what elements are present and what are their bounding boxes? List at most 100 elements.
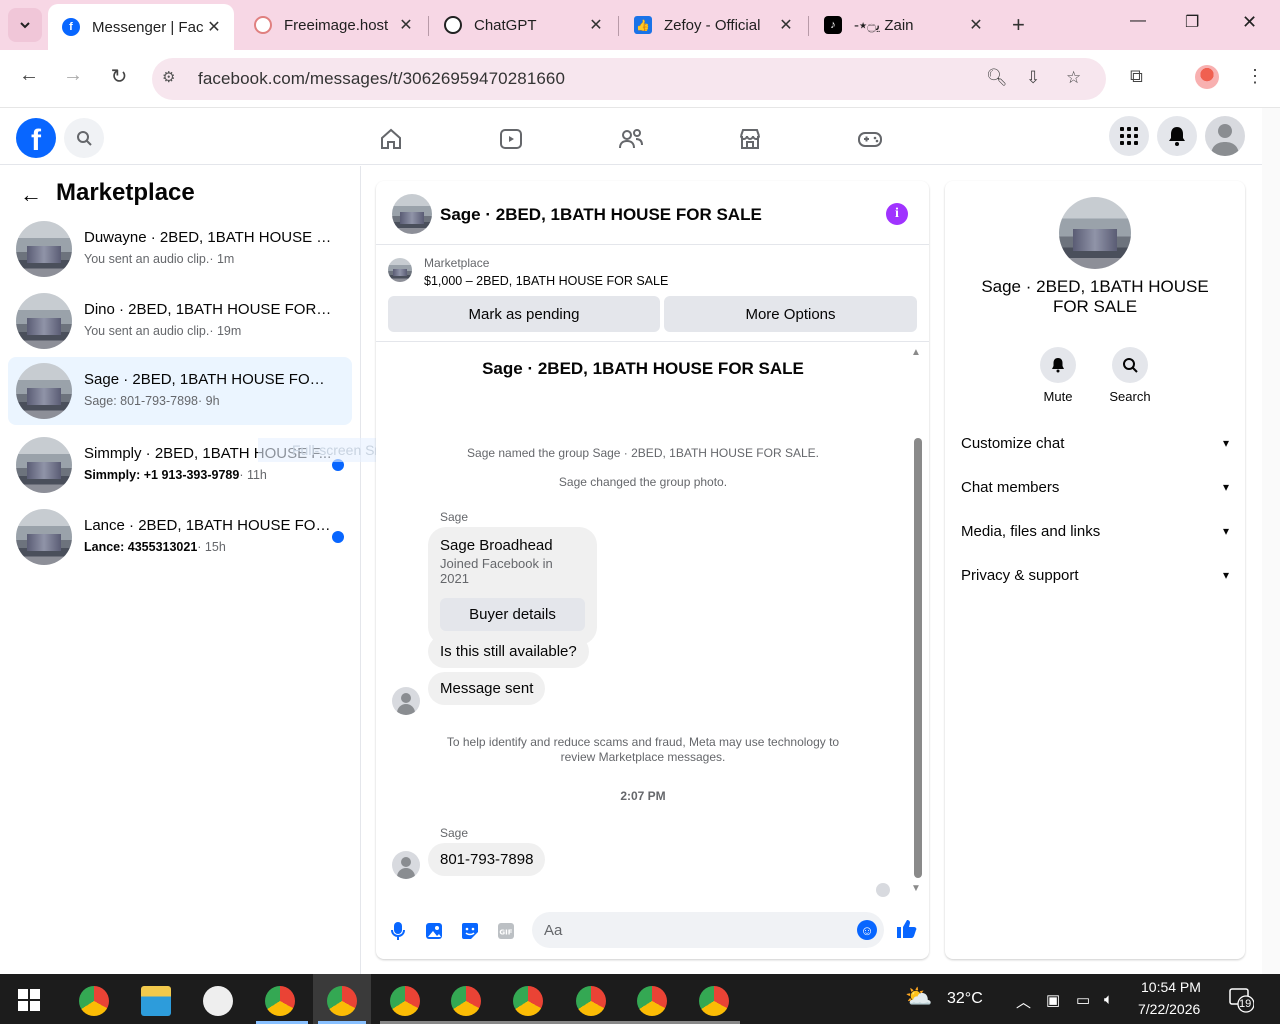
listing-thumbnail[interactable] <box>388 258 412 282</box>
privacy-support-row[interactable]: Privacy & support ▾ <box>961 563 1229 587</box>
back-arrow-icon[interactable]: ← <box>20 182 42 208</box>
snipping-tool-icon[interactable] <box>203 986 233 1016</box>
facebook-logo[interactable]: f <box>16 118 56 158</box>
chrome-profile-icon[interactable] <box>699 986 729 1016</box>
close-window-button[interactable]: ✕ <box>1242 12 1257 33</box>
search-icon <box>1123 358 1138 373</box>
tab-search-button[interactable] <box>8 8 42 42</box>
network-icon[interactable]: ▭ <box>1076 991 1090 1009</box>
close-tab-icon[interactable]: ✕ <box>396 15 416 35</box>
gif-icon[interactable]: GIF <box>496 921 516 941</box>
marketplace-icon[interactable] <box>735 124 765 154</box>
chat-header: Sage · 2BED, 1BATH HOUSE FOR SALE i <box>376 181 929 245</box>
chat-info-panel: Sage · 2BED, 1BATH HOUSE FOR SALE Mute S… <box>945 181 1245 959</box>
zoom-icon[interactable]: 🔍︎ <box>986 68 1008 88</box>
chrome-profile-icon[interactable] <box>265 986 295 1016</box>
menu-grid-button[interactable] <box>1109 116 1149 156</box>
conversation-item[interactable]: Dino · 2BED, 1BATH HOUSE FOR S... You se… <box>8 287 352 355</box>
media-files-links-row[interactable]: Media, files and links ▾ <box>961 519 1229 543</box>
chat-title[interactable]: Sage · 2BED, 1BATH HOUSE FOR SALE <box>440 205 762 225</box>
avatar[interactable] <box>1059 197 1131 269</box>
chevron-down-icon <box>20 22 30 29</box>
weather-temp[interactable]: 32°C <box>947 990 983 1008</box>
account-avatar[interactable] <box>1205 116 1245 156</box>
chat-scrollbar-thumb[interactable] <box>914 438 922 878</box>
reload-button[interactable]: ↻ <box>104 64 134 89</box>
home-icon[interactable] <box>376 124 406 154</box>
customize-chat-row[interactable]: Customize chat ▾ <box>961 431 1229 455</box>
like-icon[interactable] <box>895 918 917 946</box>
new-tab-button[interactable]: + <box>1012 12 1025 38</box>
mute-button[interactable]: Mute <box>1028 347 1088 404</box>
volume-icon[interactable]: 🔈︎ <box>1104 991 1113 1008</box>
scroll-down-arrow[interactable]: ▼ <box>911 883 921 894</box>
windows-start-icon[interactable] <box>18 989 40 1011</box>
tab-freeimage[interactable]: Freeimage.host ✕ <box>240 4 426 46</box>
marketplace-label: Marketplace <box>424 256 490 270</box>
notification-center-icon[interactable]: 19 <box>1228 987 1255 1018</box>
chrome-profile-icon[interactable] <box>451 986 481 1016</box>
close-tab-icon[interactable]: ✕ <box>966 15 986 35</box>
more-options-button[interactable]: More Options <box>664 296 917 332</box>
notifications-button[interactable] <box>1157 116 1197 156</box>
address-bar[interactable]: ⚙ facebook.com/messages/t/30626959470281… <box>152 58 1106 100</box>
page-scrollbar[interactable] <box>1262 108 1280 974</box>
sticker-icon[interactable] <box>460 921 480 941</box>
chrome-profile-icon[interactable] <box>327 986 357 1016</box>
scroll-up-arrow[interactable]: ▲ <box>911 347 921 358</box>
avatar[interactable] <box>392 194 432 234</box>
gaming-icon[interactable] <box>855 124 885 154</box>
info-icon[interactable]: i <box>886 203 908 225</box>
menu-icon[interactable]: ⋮ <box>1246 66 1264 87</box>
buyer-details-button[interactable]: Buyer details <box>440 598 585 631</box>
tab-tiktok[interactable]: ♪ -ﯾ۝٭ Zain ✕ <box>810 4 996 46</box>
friends-icon[interactable] <box>616 124 646 154</box>
facebook-search-button[interactable] <box>64 118 104 158</box>
file-explorer-icon[interactable] <box>141 986 171 1016</box>
install-app-icon[interactable]: ⇩ <box>1026 68 1040 88</box>
search-label: Search <box>1109 389 1151 404</box>
close-tab-icon[interactable]: ✕ <box>586 15 606 35</box>
site-info-icon[interactable]: ⚙ <box>162 68 175 86</box>
bookmark-star-icon[interactable]: ☆ <box>1066 68 1081 88</box>
microphone-icon[interactable] <box>388 921 408 941</box>
user-silhouette-icon <box>1211 124 1239 156</box>
chrome-profile-icon[interactable] <box>390 986 420 1016</box>
clock-date[interactable]: 7/22/2026 <box>1138 1001 1200 1017</box>
minimize-button[interactable]: — <box>1130 12 1146 30</box>
tab-zefoy[interactable]: 👍 Zefoy - Official ✕ <box>620 4 806 46</box>
restore-button[interactable]: ❐ <box>1185 12 1199 32</box>
forward-button[interactable]: → <box>58 64 88 87</box>
chat-members-row[interactable]: Chat members ▾ <box>961 475 1229 499</box>
profile-avatar[interactable] <box>1195 65 1219 89</box>
chevron-down-icon: ▾ <box>1222 480 1229 494</box>
chrome-profile-icon[interactable] <box>513 986 543 1016</box>
conversation-item[interactable]: Lance · 2BED, 1BATH HOUSE FOR... Lance: … <box>8 503 352 571</box>
listing-title[interactable]: $1,000 – 2BED, 1BATH HOUSE FOR SALE <box>424 274 668 288</box>
conversation-item[interactable]: Duwayne · 2BED, 1BATH HOUSE F... You sen… <box>8 215 352 283</box>
photo-icon[interactable] <box>424 921 444 941</box>
chevron-up-icon[interactable]: ︿ <box>1016 991 1031 1012</box>
tab-chatgpt[interactable]: ChatGPT ✕ <box>430 4 616 46</box>
emoji-icon[interactable]: ☺ <box>857 920 877 940</box>
avatar <box>16 293 72 349</box>
chrome-profile-icon[interactable] <box>637 986 667 1016</box>
mark-as-pending-button[interactable]: Mark as pending <box>388 296 660 332</box>
clock-time[interactable]: 10:54 PM <box>1141 979 1201 995</box>
svg-text:GIF: GIF <box>499 929 512 937</box>
chrome-profile-icon[interactable] <box>576 986 606 1016</box>
tab-messenger[interactable]: f Messenger | Fac ✕ <box>48 4 234 50</box>
search-button[interactable]: Search <box>1100 347 1160 404</box>
chrome-icon[interactable] <box>79 986 109 1016</box>
weather-icon[interactable]: ⛅ <box>905 984 932 1010</box>
extensions-icon[interactable]: ⧉ <box>1130 66 1143 87</box>
conversation-item-selected[interactable]: Sage · 2BED, 1BATH HOUSE FOR S... Sage: … <box>8 357 352 425</box>
chevron-down-icon: ▾ <box>1222 436 1229 450</box>
close-tab-icon[interactable]: ✕ <box>776 15 796 35</box>
video-icon[interactable] <box>496 124 526 154</box>
close-tab-icon[interactable]: ✕ <box>204 17 224 37</box>
back-button[interactable]: ← <box>14 64 44 87</box>
avatar <box>16 437 72 493</box>
message-input[interactable] <box>532 912 884 948</box>
camera-icon[interactable]: ▣ <box>1046 991 1060 1009</box>
